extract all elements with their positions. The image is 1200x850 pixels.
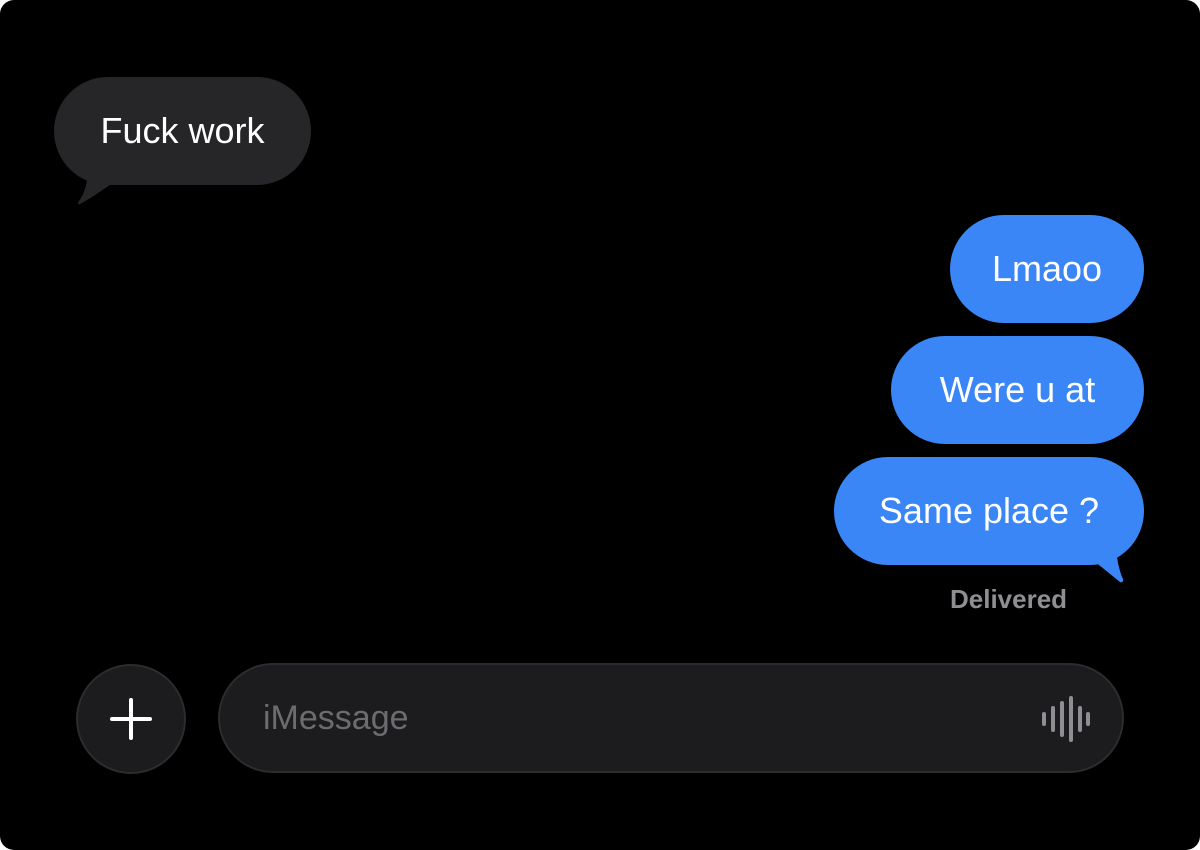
outgoing-bubble-tail <box>1084 534 1124 583</box>
message-input[interactable]: iMessage <box>218 663 1124 773</box>
message-text: Lmaoo <box>991 248 1103 289</box>
message-input-placeholder: iMessage <box>263 698 409 737</box>
message-text: Were u at <box>939 369 1096 410</box>
outgoing-message-bubble[interactable]: Lmaoo <box>950 215 1144 323</box>
incoming-bubble-tail <box>77 160 120 205</box>
delivery-status: Delivered <box>950 584 1068 614</box>
outgoing-message-bubble[interactable]: Were u at <box>891 336 1144 444</box>
plus-icon <box>110 698 152 740</box>
waveform-icon[interactable] <box>1040 695 1092 743</box>
message-text: Same place ? <box>878 490 1100 531</box>
message-text: Fuck work <box>100 110 265 151</box>
messages-screen: Fuck work Lmaoo Were u at Same place ? D… <box>0 0 1200 850</box>
add-attachment-button[interactable] <box>76 664 186 774</box>
